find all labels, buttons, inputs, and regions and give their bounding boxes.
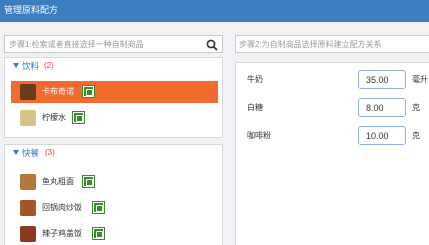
edit-icon[interactable] bbox=[92, 201, 105, 214]
product-item[interactable]: 回锅肉炒饭 bbox=[11, 197, 218, 219]
product-label: 回锅肉炒饭 bbox=[42, 203, 82, 212]
category-count: (3) bbox=[45, 148, 55, 157]
quantity-value: 35.00 bbox=[366, 75, 389, 85]
material-name: 白糖 bbox=[247, 103, 263, 112]
quantity-input[interactable]: 35.00 bbox=[358, 70, 406, 89]
expand-triangle-icon[interactable] bbox=[13, 150, 19, 155]
quantity-input[interactable]: 8.00 bbox=[358, 98, 406, 117]
recipe-panel bbox=[235, 62, 429, 245]
material-name: 牛奶 bbox=[247, 75, 263, 84]
search-placeholder: 步骤1:检索或者直接选择一种自制商品 bbox=[9, 40, 144, 49]
product-thumbnail bbox=[20, 200, 36, 216]
quantity-value: 8.00 bbox=[366, 103, 384, 113]
category-name: 快餐 bbox=[22, 148, 40, 158]
edit-icon[interactable] bbox=[82, 175, 95, 188]
product-thumbnail bbox=[20, 174, 36, 190]
edit-icon[interactable] bbox=[82, 85, 95, 98]
quantity-value: 10.00 bbox=[366, 131, 389, 141]
category-header[interactable]: 饮料 (2) bbox=[5, 58, 222, 74]
product-item[interactable]: 鱼丸粗面 bbox=[11, 171, 218, 193]
material-placeholder: 步骤2:为自制商品选择原料建立配方关系 bbox=[239, 40, 382, 49]
product-thumbnail bbox=[20, 226, 36, 242]
product-item[interactable]: 柠檬水 bbox=[11, 107, 218, 129]
product-label: 鱼丸粗面 bbox=[42, 177, 74, 186]
search-icon[interactable] bbox=[206, 39, 218, 51]
material-name: 咖啡粉 bbox=[247, 131, 271, 140]
unit-label: 克 bbox=[412, 131, 420, 140]
page-title: 管理原料配方 bbox=[4, 5, 59, 15]
edit-icon[interactable] bbox=[92, 227, 105, 240]
product-label: 卡布奇诺 bbox=[42, 87, 74, 96]
unit-label: 毫升 bbox=[412, 75, 428, 84]
product-thumbnail bbox=[20, 84, 36, 100]
quantity-input[interactable]: 10.00 bbox=[358, 126, 406, 145]
material-search-input[interactable]: 步骤2:为自制商品选择原料建立配方关系 bbox=[235, 35, 429, 53]
app-header: 管理原料配方 bbox=[0, 0, 429, 22]
category-group-fastfood: 快餐 (3) 鱼丸粗面 回锅肉炒饭 辣子鸡盖饭 bbox=[4, 144, 223, 245]
product-thumbnail bbox=[20, 110, 36, 126]
category-count: (2) bbox=[44, 61, 54, 70]
category-header[interactable]: 快餐 (3) bbox=[5, 145, 222, 161]
category-name: 饮料 bbox=[22, 61, 40, 71]
expand-triangle-icon[interactable] bbox=[13, 63, 19, 68]
product-label: 柠檬水 bbox=[42, 113, 66, 122]
unit-label: 克 bbox=[412, 103, 420, 112]
edit-icon[interactable] bbox=[72, 111, 85, 124]
product-search-input[interactable]: 步骤1:检索或者直接选择一种自制商品 bbox=[4, 35, 223, 53]
product-item[interactable]: 卡布奇诺 bbox=[11, 81, 218, 103]
category-group-drinks: 饮料 (2) 卡布奇诺 柠檬水 bbox=[4, 57, 223, 138]
product-item[interactable]: 辣子鸡盖饭 bbox=[11, 223, 218, 245]
product-label: 辣子鸡盖饭 bbox=[42, 229, 82, 238]
